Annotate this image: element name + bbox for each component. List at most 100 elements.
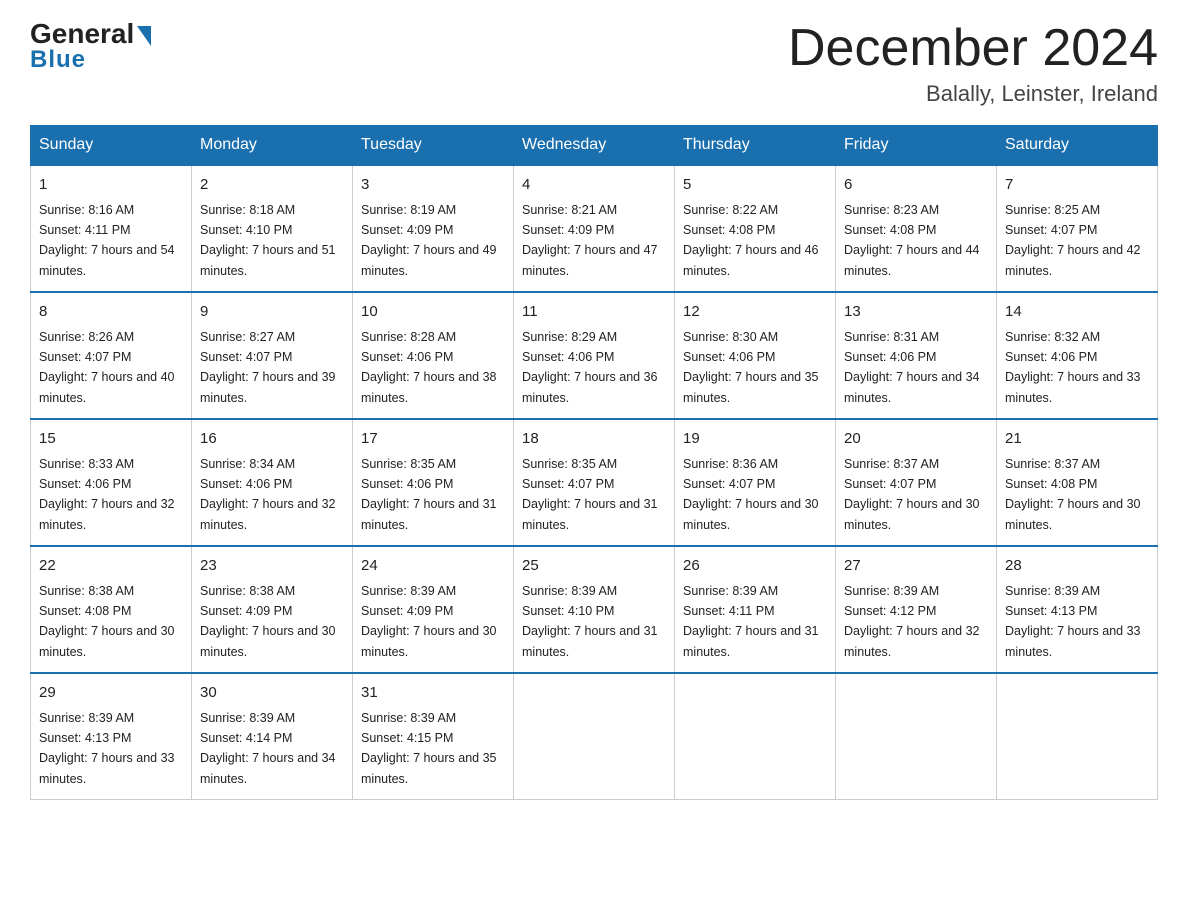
weekday-header-friday: Friday [836,126,997,166]
day-info: Sunrise: 8:39 AMSunset: 4:13 PMDaylight:… [39,711,175,786]
week-row-1: 1 Sunrise: 8:16 AMSunset: 4:11 PMDaylight… [31,165,1158,292]
day-number: 29 [39,682,183,705]
day-number: 30 [200,682,344,705]
day-cell-31: 31Sunrise: 8:39 AMSunset: 4:15 PMDayligh… [353,673,514,800]
weekday-header-tuesday: Tuesday [353,126,514,166]
day-cell-11: 11Sunrise: 8:29 AMSunset: 4:06 PMDayligh… [514,292,675,419]
day-info: Sunrise: 8:27 AMSunset: 4:07 PMDaylight:… [200,330,336,405]
day-number: 7 [1005,174,1149,197]
day-info: Sunrise: 8:35 AMSunset: 4:06 PMDaylight:… [361,457,497,532]
day-number: 23 [200,555,344,578]
day-info: Sunrise: 8:29 AMSunset: 4:06 PMDaylight:… [522,330,658,405]
weekday-header-saturday: Saturday [997,126,1158,166]
logo: General Blue [30,20,151,74]
day-cell-1: 1 Sunrise: 8:16 AMSunset: 4:11 PMDaylight… [31,165,192,292]
day-info: Sunrise: 8:38 AMSunset: 4:08 PMDaylight:… [39,584,175,659]
day-cell-9: 9 Sunrise: 8:27 AMSunset: 4:07 PMDaylight… [192,292,353,419]
day-info: Sunrise: 8:37 AMSunset: 4:08 PMDaylight:… [1005,457,1141,532]
day-cell-16: 16 Sunrise: 8:34 AMSunset: 4:06 PMDayligh… [192,419,353,546]
day-info: Sunrise: 8:35 AMSunset: 4:07 PMDaylight:… [522,457,658,532]
day-info: Sunrise: 8:30 AMSunset: 4:06 PMDaylight:… [683,330,819,405]
day-number: 17 [361,428,505,451]
weekday-header-wednesday: Wednesday [514,126,675,166]
calendar-table: SundayMondayTuesdayWednesdayThursdayFrid… [30,125,1158,800]
day-cell-30: 30 Sunrise: 8:39 AMSunset: 4:14 PMDayligh… [192,673,353,800]
day-number: 22 [39,555,183,578]
empty-cell [514,673,675,800]
day-number: 2 [200,174,344,197]
day-cell-13: 13 Sunrise: 8:31 AMSunset: 4:06 PMDayligh… [836,292,997,419]
day-number: 13 [844,301,988,324]
day-info: Sunrise: 8:25 AMSunset: 4:07 PMDaylight:… [1005,203,1141,278]
day-info: Sunrise: 8:26 AMSunset: 4:07 PMDaylight:… [39,330,175,405]
day-number: 6 [844,174,988,197]
day-info: Sunrise: 8:31 AMSunset: 4:06 PMDaylight:… [844,330,980,405]
weekday-header-thursday: Thursday [675,126,836,166]
logo-sub-text: Blue [30,46,86,74]
empty-cell [836,673,997,800]
day-info: Sunrise: 8:39 AMSunset: 4:13 PMDaylight:… [1005,584,1141,659]
empty-cell [997,673,1158,800]
day-info: Sunrise: 8:37 AMSunset: 4:07 PMDaylight:… [844,457,980,532]
day-info: Sunrise: 8:16 AMSunset: 4:11 PMDaylight:… [39,203,175,278]
week-row-5: 29 Sunrise: 8:39 AMSunset: 4:13 PMDayligh… [31,673,1158,800]
day-info: Sunrise: 8:22 AMSunset: 4:08 PMDaylight:… [683,203,819,278]
day-number: 5 [683,174,827,197]
day-info: Sunrise: 8:18 AMSunset: 4:10 PMDaylight:… [200,203,336,278]
day-info: Sunrise: 8:19 AMSunset: 4:09 PMDaylight:… [361,203,497,278]
day-number: 8 [39,301,183,324]
day-number: 26 [683,555,827,578]
weekday-header-sunday: Sunday [31,126,192,166]
day-cell-17: 17 Sunrise: 8:35 AMSunset: 4:06 PMDayligh… [353,419,514,546]
day-info: Sunrise: 8:39 AMSunset: 4:15 PMDaylight:… [361,711,497,786]
day-cell-2: 2 Sunrise: 8:18 AMSunset: 4:10 PMDaylight… [192,165,353,292]
day-cell-3: 3 Sunrise: 8:19 AMSunset: 4:09 PMDaylight… [353,165,514,292]
week-row-3: 15 Sunrise: 8:33 AMSunset: 4:06 PMDayligh… [31,419,1158,546]
day-info: Sunrise: 8:32 AMSunset: 4:06 PMDaylight:… [1005,330,1141,405]
day-info: Sunrise: 8:28 AMSunset: 4:06 PMDaylight:… [361,330,497,405]
day-number: 19 [683,428,827,451]
day-cell-4: 4Sunrise: 8:21 AMSunset: 4:09 PMDaylight… [514,165,675,292]
day-info: Sunrise: 8:33 AMSunset: 4:06 PMDaylight:… [39,457,175,532]
day-number: 18 [522,428,666,451]
day-cell-7: 7 Sunrise: 8:25 AMSunset: 4:07 PMDaylight… [997,165,1158,292]
day-info: Sunrise: 8:39 AMSunset: 4:09 PMDaylight:… [361,584,497,659]
day-info: Sunrise: 8:21 AMSunset: 4:09 PMDaylight:… [522,203,658,278]
page-header: General Blue December 2024 Balally, Lein… [30,20,1158,107]
week-row-2: 8 Sunrise: 8:26 AMSunset: 4:07 PMDaylight… [31,292,1158,419]
location-title: Balally, Leinster, Ireland [788,81,1158,107]
day-number: 9 [200,301,344,324]
day-cell-29: 29 Sunrise: 8:39 AMSunset: 4:13 PMDayligh… [31,673,192,800]
day-cell-24: 24Sunrise: 8:39 AMSunset: 4:09 PMDayligh… [353,546,514,673]
day-cell-26: 26 Sunrise: 8:39 AMSunset: 4:11 PMDayligh… [675,546,836,673]
day-cell-20: 20 Sunrise: 8:37 AMSunset: 4:07 PMDayligh… [836,419,997,546]
day-number: 3 [361,174,505,197]
calendar-title-section: December 2024 Balally, Leinster, Ireland [788,20,1158,107]
day-cell-22: 22 Sunrise: 8:38 AMSunset: 4:08 PMDayligh… [31,546,192,673]
day-cell-8: 8 Sunrise: 8:26 AMSunset: 4:07 PMDaylight… [31,292,192,419]
day-number: 16 [200,428,344,451]
day-cell-18: 18 Sunrise: 8:35 AMSunset: 4:07 PMDayligh… [514,419,675,546]
day-info: Sunrise: 8:34 AMSunset: 4:06 PMDaylight:… [200,457,336,532]
day-info: Sunrise: 8:23 AMSunset: 4:08 PMDaylight:… [844,203,980,278]
day-cell-15: 15 Sunrise: 8:33 AMSunset: 4:06 PMDayligh… [31,419,192,546]
day-cell-27: 27Sunrise: 8:39 AMSunset: 4:12 PMDayligh… [836,546,997,673]
day-info: Sunrise: 8:39 AMSunset: 4:10 PMDaylight:… [522,584,658,659]
day-info: Sunrise: 8:38 AMSunset: 4:09 PMDaylight:… [200,584,336,659]
day-info: Sunrise: 8:39 AMSunset: 4:11 PMDaylight:… [683,584,819,659]
weekday-header-monday: Monday [192,126,353,166]
day-number: 20 [844,428,988,451]
day-cell-10: 10Sunrise: 8:28 AMSunset: 4:06 PMDayligh… [353,292,514,419]
day-number: 14 [1005,301,1149,324]
day-number: 21 [1005,428,1149,451]
weekday-header-row: SundayMondayTuesdayWednesdayThursdayFrid… [31,126,1158,166]
day-number: 15 [39,428,183,451]
day-cell-5: 5 Sunrise: 8:22 AMSunset: 4:08 PMDaylight… [675,165,836,292]
day-number: 25 [522,555,666,578]
week-row-4: 22 Sunrise: 8:38 AMSunset: 4:08 PMDayligh… [31,546,1158,673]
day-number: 12 [683,301,827,324]
empty-cell [675,673,836,800]
day-number: 1 [39,174,183,197]
day-info: Sunrise: 8:39 AMSunset: 4:14 PMDaylight:… [200,711,336,786]
logo-main-text: General [30,20,151,48]
